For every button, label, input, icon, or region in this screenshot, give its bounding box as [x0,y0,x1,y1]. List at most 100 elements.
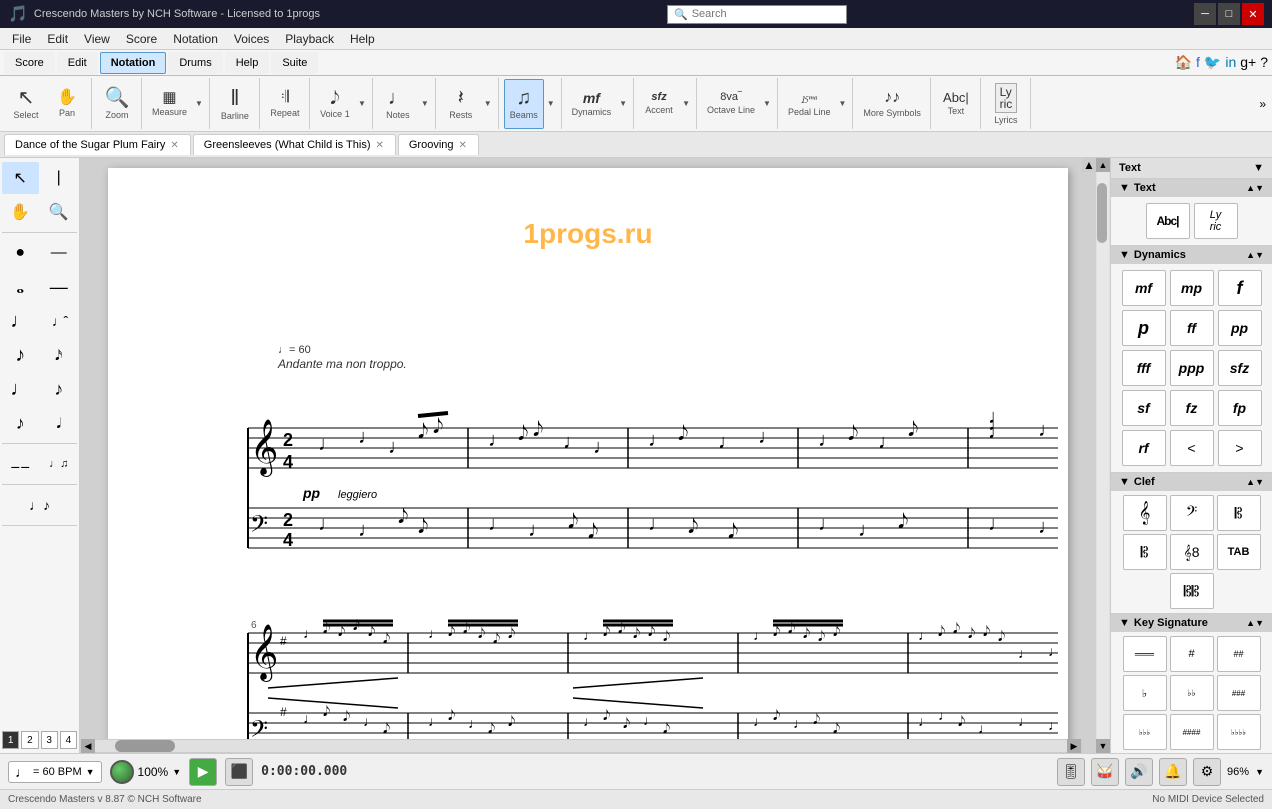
octave-dropdown[interactable]: ▼ [761,99,773,108]
maximize-button[interactable]: □ [1218,3,1240,25]
toolbar2-icon-fb[interactable]: f [1196,54,1200,71]
toolbar2-icon-li[interactable]: in [1225,54,1236,71]
keysig-f[interactable]: ♭ [1123,675,1167,711]
text-abc-button[interactable]: Abc| [1146,203,1190,239]
mixer-button[interactable]: 🎚 [1057,758,1085,786]
text-lyric-button[interactable]: Lyric [1194,203,1238,239]
page-num-3[interactable]: 3 [41,731,58,749]
pedal-button[interactable]: 𝄸 Pedal Line [783,79,836,129]
v-scroll-thumb[interactable] [1097,183,1107,243]
keysig-c[interactable]: ═══ [1123,636,1167,672]
keysig-section-header[interactable]: ▼ Key Signature ▲▼ [1111,614,1272,632]
note-16th-tool[interactable]: ♪ [2,339,39,371]
note-whole-tool[interactable]: 𝅝 [2,271,39,303]
toolbar2-help[interactable]: Help [225,52,270,74]
panel-dropdown-arrow[interactable]: ▼ [1253,162,1264,174]
scroll-down-btn[interactable]: ▼ [1096,739,1110,753]
dyn-fz[interactable]: fz [1170,390,1214,426]
barline-button[interactable]: ‖ Barline [215,79,255,129]
note-grace-tool[interactable]: ♪ [2,407,39,439]
search-input[interactable] [692,8,832,20]
dyn-sfz[interactable]: sfz [1218,350,1262,386]
toolbar2-icon-home[interactable]: 🏠 [1175,54,1192,71]
volume-dropdown[interactable]: ▼ [172,767,181,777]
rests-button[interactable]: 𝄽 Rests [441,79,481,129]
minimize-button[interactable]: ─ [1194,3,1216,25]
toolbar2-notation[interactable]: Notation [100,52,167,74]
notes-button[interactable]: ♩ Notes [378,79,418,129]
dyn-ppp[interactable]: ppp [1170,350,1214,386]
keysig-2f[interactable]: ♭♭ [1170,675,1214,711]
dyn-cresc[interactable]: < [1170,430,1214,466]
note-dotdot-tool[interactable]: ♪ [41,373,78,405]
clef-alto[interactable]: 𝄡 [1217,495,1261,531]
scroll-up-btn[interactable]: ▲ [1096,158,1110,172]
scroll-left-button[interactable]: ◀ [81,739,95,753]
accent-dropdown[interactable]: ▼ [680,99,692,108]
octave-button[interactable]: 8va‾ Octave Line [702,79,760,129]
keysig-arrows[interactable]: ▲▼ [1246,618,1264,628]
dynamics-dropdown[interactable]: ▼ [617,99,629,108]
note-half-tool[interactable]: — [41,271,78,303]
hand-tool[interactable]: ✋ [2,196,39,228]
dyn-sf[interactable]: sf [1122,390,1166,426]
toolbar2-drums[interactable]: Drums [168,52,222,74]
scroll-up-button[interactable]: ▲ [1082,158,1096,172]
clef-section-header[interactable]: ▼ Clef ▲▼ [1111,473,1272,491]
h-scroll-track[interactable] [95,740,1067,752]
clef-treble[interactable]: 𝄞 [1123,495,1167,531]
zoom-button[interactable]: 🔍 Zoom [97,79,137,129]
search-tool[interactable]: 🔍 [41,196,78,228]
beams-button[interactable]: ♫ Beams [504,79,544,129]
keysig-g[interactable]: # [1170,636,1214,672]
stop-button[interactable]: ⬛ [225,758,253,786]
rests-dropdown[interactable]: ▼ [482,99,494,108]
clef-treble8va[interactable]: 𝄞8 [1170,534,1214,570]
menu-help[interactable]: Help [342,30,383,48]
note-32nd-tool[interactable]: 𝅘𝅥𝅯 [41,339,78,371]
dyn-decresc[interactable]: > [1218,430,1262,466]
scroll-right-button[interactable]: ▶ [1067,739,1081,753]
tab-greensleeves-close[interactable]: ✕ [374,140,384,151]
clef-tab[interactable]: TAB [1217,534,1261,570]
clef-tenor[interactable]: 𝄡 [1123,534,1167,570]
toolbar2-icon-tw[interactable]: 🐦 [1204,54,1221,71]
note-eighth-tool[interactable]: ♩̂ [41,305,78,337]
v-scroll-track[interactable] [1097,172,1109,739]
measure-dropdown[interactable]: ▼ [193,99,205,108]
dyn-f[interactable]: f [1218,270,1262,306]
toolbar2-icon-gp[interactable]: g+ [1240,54,1256,71]
dyn-fff[interactable]: fff [1122,350,1166,386]
menu-score[interactable]: Score [118,30,165,48]
more-button[interactable]: ♪♪ More Symbols [858,79,926,129]
note-pair-tool[interactable]: ♩♪ [2,489,77,521]
keysig-2s[interactable]: ## [1217,636,1261,672]
zoom-dropdown[interactable]: ▼ [1255,767,1264,777]
toolbar-expand[interactable]: » [1255,78,1270,129]
text-section-arrows[interactable]: ▲▼ [1246,183,1264,193]
measure-button[interactable]: ▦ Measure [147,79,192,129]
circle-tool[interactable]: ● [2,237,39,269]
tab-dance[interactable]: Dance of the Sugar Plum Fairy ✕ [4,134,191,155]
horizontal-scrollbar[interactable]: ◀ ▶ [80,739,1082,753]
dyn-rf[interactable]: rf [1122,430,1166,466]
menu-edit[interactable]: Edit [39,30,76,48]
voice1-button[interactable]: 𝅘𝅥𝅮 Voice 1 [315,79,355,129]
dyn-pp[interactable]: pp [1218,310,1262,346]
tempo-dropdown[interactable]: ▼ [86,767,95,777]
dyn-mp[interactable]: mp [1170,270,1214,306]
note-quarter-tool[interactable]: ♩ [2,305,39,337]
menu-voices[interactable]: Voices [226,30,277,48]
toolbar2-suite[interactable]: Suite [271,52,318,74]
toolbar2-score[interactable]: Score [4,52,55,74]
menu-file[interactable]: File [4,30,39,48]
keysig-4s[interactable]: #### [1170,714,1214,750]
score-area[interactable]: ▲ 1progs.ru Andante ma non troppo. ♩= 60 [80,158,1110,753]
text-button[interactable]: Abc| Text [936,79,976,129]
search-box[interactable]: 🔍 [667,5,847,24]
dynamics-button[interactable]: mf Dynamics [567,79,617,129]
play-button[interactable]: ▶ [189,758,217,786]
pedal-dropdown[interactable]: ▼ [836,99,848,108]
clef-section-arrows[interactable]: ▲▼ [1246,477,1264,487]
h-scroll-thumb[interactable] [115,740,175,752]
